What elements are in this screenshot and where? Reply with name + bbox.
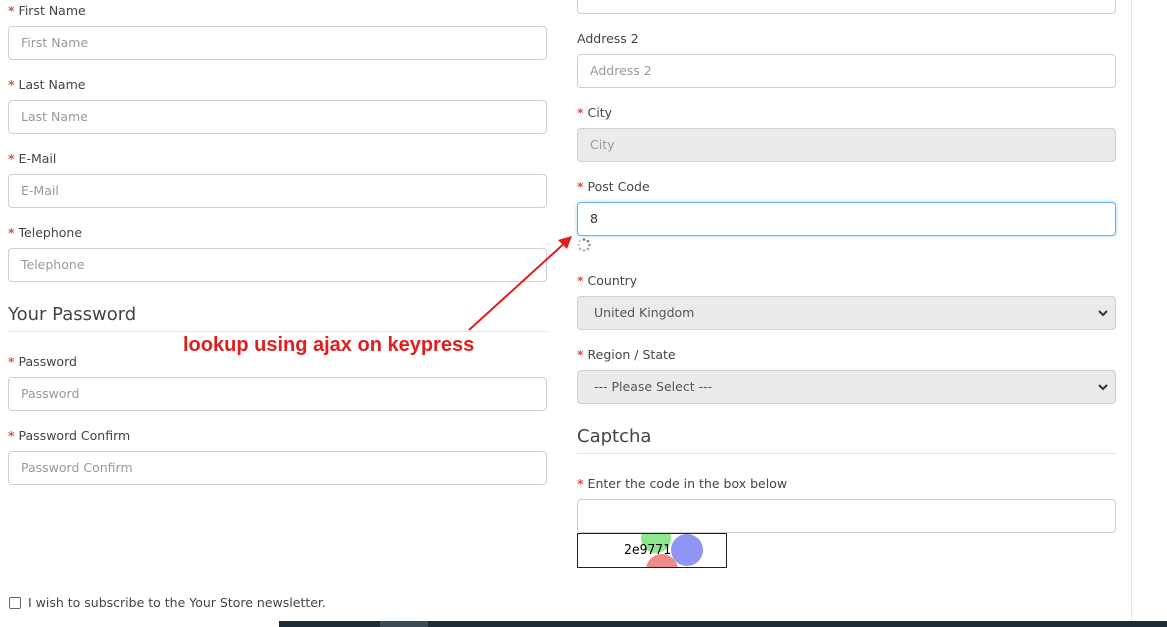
email-input[interactable]: E-Mail <box>8 174 547 208</box>
captcha-section-divider <box>577 453 1116 454</box>
password-label: * Password <box>8 354 77 369</box>
required-marker: * <box>8 225 15 240</box>
first-name-label: * First Name <box>8 3 86 18</box>
page-border-line <box>1131 0 1132 627</box>
required-marker: * <box>577 105 584 120</box>
required-marker: * <box>577 347 584 362</box>
annotation-arrow <box>468 236 572 331</box>
newsletter-label: I wish to subscribe to the Your Store ne… <box>28 595 326 610</box>
required-marker: * <box>8 3 15 18</box>
required-marker: * <box>577 476 584 491</box>
region-label: * Region / State <box>577 347 676 362</box>
last-name-label: * Last Name <box>8 77 86 92</box>
country-selected-value: United Kingdom <box>594 305 695 320</box>
required-marker: * <box>8 354 15 369</box>
chevron-down-icon <box>1098 384 1108 391</box>
country-select[interactable]: United Kingdom <box>577 296 1116 330</box>
password-input[interactable]: Password <box>8 377 547 411</box>
captcha-label: * Enter the code in the box below <box>577 476 788 491</box>
password-section-title: Your Password <box>8 304 137 325</box>
country-label: * Country <box>577 273 638 288</box>
password-confirm-label: * Password Confirm <box>8 428 131 443</box>
email-label: * E-Mail <box>8 151 57 166</box>
captcha-code: 2e9771 <box>624 543 671 558</box>
required-marker: * <box>8 77 15 92</box>
region-select[interactable]: --- Please Select --- <box>577 370 1116 404</box>
bottom-bar-segment <box>380 621 428 627</box>
captcha-input[interactable] <box>577 499 1116 533</box>
address2-label: Address 2 <box>577 31 639 46</box>
city-input[interactable]: City <box>577 128 1116 162</box>
first-name-input[interactable]: First Name <box>8 26 547 60</box>
city-label: * City <box>577 105 613 120</box>
telephone-label: * Telephone <box>8 225 83 240</box>
chevron-down-icon <box>1098 310 1108 317</box>
annotation-text: lookup using ajax on keypress <box>183 334 475 356</box>
required-marker: * <box>8 151 15 166</box>
postcode-input[interactable]: 8 <box>577 202 1116 236</box>
newsletter-checkbox[interactable] <box>9 597 21 609</box>
last-name-input[interactable]: Last Name <box>8 100 547 134</box>
bottom-bar <box>279 621 1167 627</box>
address2-input[interactable]: Address 2 <box>577 54 1116 88</box>
required-marker: * <box>8 428 15 443</box>
captcha-image: 2e9771 <box>577 533 727 568</box>
postcode-label: * Post Code <box>577 179 650 194</box>
region-selected-value: --- Please Select --- <box>594 379 713 394</box>
captcha-section-title: Captcha <box>577 426 652 447</box>
required-marker: * <box>577 179 584 194</box>
password-confirm-input[interactable]: Password Confirm <box>8 451 547 485</box>
address1-input[interactable]: Address 1 <box>577 0 1116 14</box>
